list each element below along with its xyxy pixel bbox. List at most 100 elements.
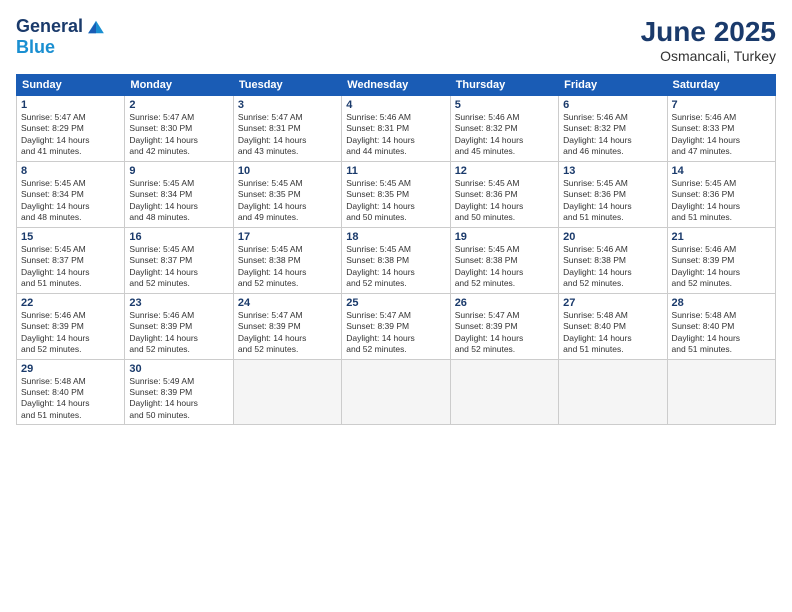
- table-row: 18Sunrise: 5:45 AMSunset: 8:38 PMDayligh…: [342, 227, 450, 293]
- logo: General Blue: [16, 16, 107, 58]
- header: General Blue June 2025 Osmancali, Turkey: [16, 16, 776, 64]
- header-tuesday: Tuesday: [233, 75, 341, 96]
- table-row: 26Sunrise: 5:47 AMSunset: 8:39 PMDayligh…: [450, 293, 558, 359]
- table-row: [233, 359, 341, 425]
- day-number: 21: [672, 231, 771, 243]
- title-block: June 2025 Osmancali, Turkey: [641, 16, 776, 64]
- calendar-row-2: 8Sunrise: 5:45 AMSunset: 8:34 PMDaylight…: [17, 161, 776, 227]
- day-info: Sunrise: 5:46 AMSunset: 8:33 PMDaylight:…: [672, 112, 771, 158]
- day-info: Sunrise: 5:45 AMSunset: 8:37 PMDaylight:…: [21, 244, 120, 290]
- table-row: 19Sunrise: 5:45 AMSunset: 8:38 PMDayligh…: [450, 227, 558, 293]
- day-number: 9: [129, 165, 228, 177]
- day-info: Sunrise: 5:47 AMSunset: 8:30 PMDaylight:…: [129, 112, 228, 158]
- day-number: 17: [238, 231, 337, 243]
- day-number: 2: [129, 99, 228, 111]
- table-row: 30Sunrise: 5:49 AMSunset: 8:39 PMDayligh…: [125, 359, 233, 425]
- table-row: [559, 359, 667, 425]
- day-number: 20: [563, 231, 662, 243]
- day-info: Sunrise: 5:46 AMSunset: 8:31 PMDaylight:…: [346, 112, 445, 158]
- day-number: 23: [129, 297, 228, 309]
- table-row: 12Sunrise: 5:45 AMSunset: 8:36 PMDayligh…: [450, 161, 558, 227]
- day-number: 26: [455, 297, 554, 309]
- logo-icon: [85, 16, 107, 38]
- header-monday: Monday: [125, 75, 233, 96]
- day-info: Sunrise: 5:47 AMSunset: 8:39 PMDaylight:…: [346, 310, 445, 356]
- logo-text: General Blue: [16, 16, 107, 58]
- table-row: 9Sunrise: 5:45 AMSunset: 8:34 PMDaylight…: [125, 161, 233, 227]
- table-row: 11Sunrise: 5:45 AMSunset: 8:35 PMDayligh…: [342, 161, 450, 227]
- day-info: Sunrise: 5:45 AMSunset: 8:34 PMDaylight:…: [129, 178, 228, 224]
- day-info: Sunrise: 5:46 AMSunset: 8:32 PMDaylight:…: [563, 112, 662, 158]
- day-number: 19: [455, 231, 554, 243]
- table-row: 8Sunrise: 5:45 AMSunset: 8:34 PMDaylight…: [17, 161, 125, 227]
- day-info: Sunrise: 5:48 AMSunset: 8:40 PMDaylight:…: [563, 310, 662, 356]
- table-row: 23Sunrise: 5:46 AMSunset: 8:39 PMDayligh…: [125, 293, 233, 359]
- day-number: 6: [563, 99, 662, 111]
- day-info: Sunrise: 5:46 AMSunset: 8:39 PMDaylight:…: [672, 244, 771, 290]
- day-info: Sunrise: 5:46 AMSunset: 8:32 PMDaylight:…: [455, 112, 554, 158]
- header-saturday: Saturday: [667, 75, 775, 96]
- table-row: 7Sunrise: 5:46 AMSunset: 8:33 PMDaylight…: [667, 96, 775, 162]
- calendar-table: Sunday Monday Tuesday Wednesday Thursday…: [16, 74, 776, 425]
- day-info: Sunrise: 5:47 AMSunset: 8:39 PMDaylight:…: [238, 310, 337, 356]
- day-number: 12: [455, 165, 554, 177]
- day-number: 28: [672, 297, 771, 309]
- table-row: 25Sunrise: 5:47 AMSunset: 8:39 PMDayligh…: [342, 293, 450, 359]
- day-number: 13: [563, 165, 662, 177]
- day-info: Sunrise: 5:45 AMSunset: 8:38 PMDaylight:…: [238, 244, 337, 290]
- day-info: Sunrise: 5:45 AMSunset: 8:36 PMDaylight:…: [672, 178, 771, 224]
- day-info: Sunrise: 5:45 AMSunset: 8:36 PMDaylight:…: [563, 178, 662, 224]
- table-row: 22Sunrise: 5:46 AMSunset: 8:39 PMDayligh…: [17, 293, 125, 359]
- day-number: 5: [455, 99, 554, 111]
- day-number: 10: [238, 165, 337, 177]
- calendar-row-3: 15Sunrise: 5:45 AMSunset: 8:37 PMDayligh…: [17, 227, 776, 293]
- table-row: 24Sunrise: 5:47 AMSunset: 8:39 PMDayligh…: [233, 293, 341, 359]
- table-row: 10Sunrise: 5:45 AMSunset: 8:35 PMDayligh…: [233, 161, 341, 227]
- day-number: 7: [672, 99, 771, 111]
- day-info: Sunrise: 5:45 AMSunset: 8:38 PMDaylight:…: [455, 244, 554, 290]
- day-number: 22: [21, 297, 120, 309]
- table-row: 27Sunrise: 5:48 AMSunset: 8:40 PMDayligh…: [559, 293, 667, 359]
- header-wednesday: Wednesday: [342, 75, 450, 96]
- header-thursday: Thursday: [450, 75, 558, 96]
- day-number: 27: [563, 297, 662, 309]
- table-row: 20Sunrise: 5:46 AMSunset: 8:38 PMDayligh…: [559, 227, 667, 293]
- day-number: 30: [129, 363, 228, 375]
- day-info: Sunrise: 5:46 AMSunset: 8:39 PMDaylight:…: [21, 310, 120, 356]
- calendar-title: June 2025: [641, 16, 776, 48]
- day-number: 3: [238, 99, 337, 111]
- table-row: 28Sunrise: 5:48 AMSunset: 8:40 PMDayligh…: [667, 293, 775, 359]
- day-info: Sunrise: 5:45 AMSunset: 8:36 PMDaylight:…: [455, 178, 554, 224]
- day-number: 14: [672, 165, 771, 177]
- day-number: 1: [21, 99, 120, 111]
- table-row: 14Sunrise: 5:45 AMSunset: 8:36 PMDayligh…: [667, 161, 775, 227]
- day-info: Sunrise: 5:47 AMSunset: 8:31 PMDaylight:…: [238, 112, 337, 158]
- day-info: Sunrise: 5:46 AMSunset: 8:38 PMDaylight:…: [563, 244, 662, 290]
- weekday-header-row: Sunday Monday Tuesday Wednesday Thursday…: [17, 75, 776, 96]
- table-row: 5Sunrise: 5:46 AMSunset: 8:32 PMDaylight…: [450, 96, 558, 162]
- day-info: Sunrise: 5:49 AMSunset: 8:39 PMDaylight:…: [129, 376, 228, 422]
- day-number: 16: [129, 231, 228, 243]
- day-info: Sunrise: 5:47 AMSunset: 8:39 PMDaylight:…: [455, 310, 554, 356]
- table-row: 4Sunrise: 5:46 AMSunset: 8:31 PMDaylight…: [342, 96, 450, 162]
- page: General Blue June 2025 Osmancali, Turkey…: [0, 0, 792, 612]
- day-number: 11: [346, 165, 445, 177]
- table-row: 17Sunrise: 5:45 AMSunset: 8:38 PMDayligh…: [233, 227, 341, 293]
- table-row: 3Sunrise: 5:47 AMSunset: 8:31 PMDaylight…: [233, 96, 341, 162]
- day-info: Sunrise: 5:45 AMSunset: 8:35 PMDaylight:…: [346, 178, 445, 224]
- table-row: [342, 359, 450, 425]
- table-row: [450, 359, 558, 425]
- day-number: 18: [346, 231, 445, 243]
- day-number: 4: [346, 99, 445, 111]
- day-number: 25: [346, 297, 445, 309]
- day-info: Sunrise: 5:47 AMSunset: 8:29 PMDaylight:…: [21, 112, 120, 158]
- table-row: 6Sunrise: 5:46 AMSunset: 8:32 PMDaylight…: [559, 96, 667, 162]
- day-info: Sunrise: 5:45 AMSunset: 8:37 PMDaylight:…: [129, 244, 228, 290]
- day-info: Sunrise: 5:45 AMSunset: 8:38 PMDaylight:…: [346, 244, 445, 290]
- table-row: [667, 359, 775, 425]
- day-info: Sunrise: 5:45 AMSunset: 8:35 PMDaylight:…: [238, 178, 337, 224]
- calendar-subtitle: Osmancali, Turkey: [641, 48, 776, 64]
- table-row: 13Sunrise: 5:45 AMSunset: 8:36 PMDayligh…: [559, 161, 667, 227]
- calendar-row-5: 29Sunrise: 5:48 AMSunset: 8:40 PMDayligh…: [17, 359, 776, 425]
- table-row: 15Sunrise: 5:45 AMSunset: 8:37 PMDayligh…: [17, 227, 125, 293]
